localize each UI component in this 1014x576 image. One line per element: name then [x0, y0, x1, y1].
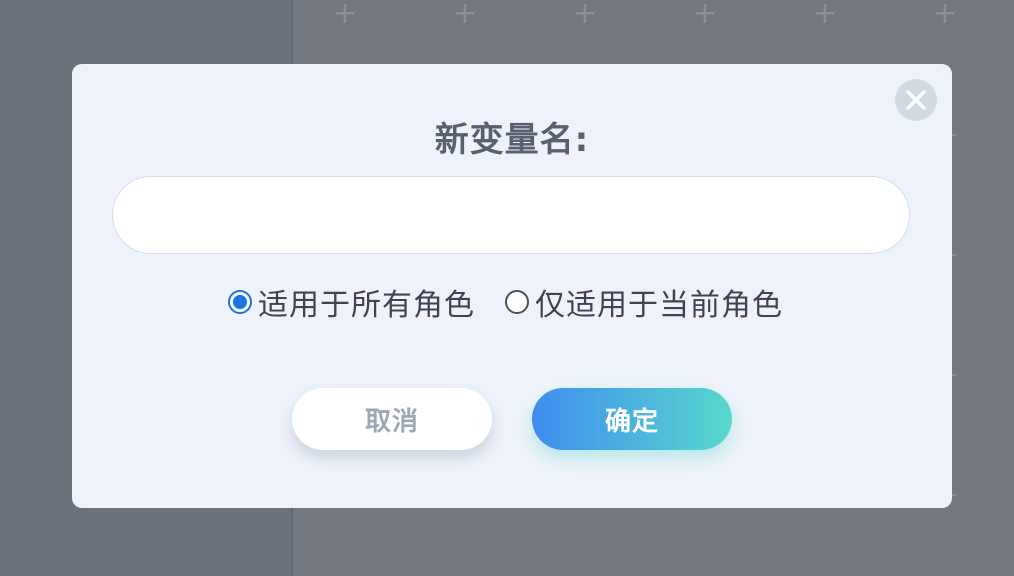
scope-option-all-roles[interactable]: 适用于所有角色 [228, 280, 475, 324]
grid-plus-marker: + [692, 0, 718, 31]
scope-option-current-role[interactable]: 仅适用于当前角色 [505, 280, 783, 324]
grid-plus-marker: + [452, 0, 478, 31]
confirm-button[interactable]: 确定 [532, 388, 732, 450]
scope-option-all-roles-label: 适用于所有角色 [258, 288, 475, 323]
radio-selected-dot [233, 295, 247, 309]
new-variable-dialog: 新变量名: 适用于所有角色 仅适用于当前角色 取消 确定 [72, 64, 952, 508]
variable-scope-radio-group: 适用于所有角色 仅适用于当前角色 [228, 280, 783, 324]
radio-button-checked[interactable] [228, 290, 252, 314]
scope-option-current-role-label: 仅适用于当前角色 [535, 288, 783, 323]
grid-plus-marker: + [332, 0, 358, 31]
grid-plus-marker: + [572, 0, 598, 31]
radio-button-unchecked[interactable] [505, 290, 529, 314]
variable-name-input[interactable] [112, 176, 910, 254]
dialog-title: 新变量名: [434, 120, 590, 160]
grid-plus-marker: + [932, 0, 958, 31]
grid-plus-marker: + [812, 0, 838, 31]
close-icon [906, 90, 926, 110]
cancel-button[interactable]: 取消 [292, 388, 492, 450]
